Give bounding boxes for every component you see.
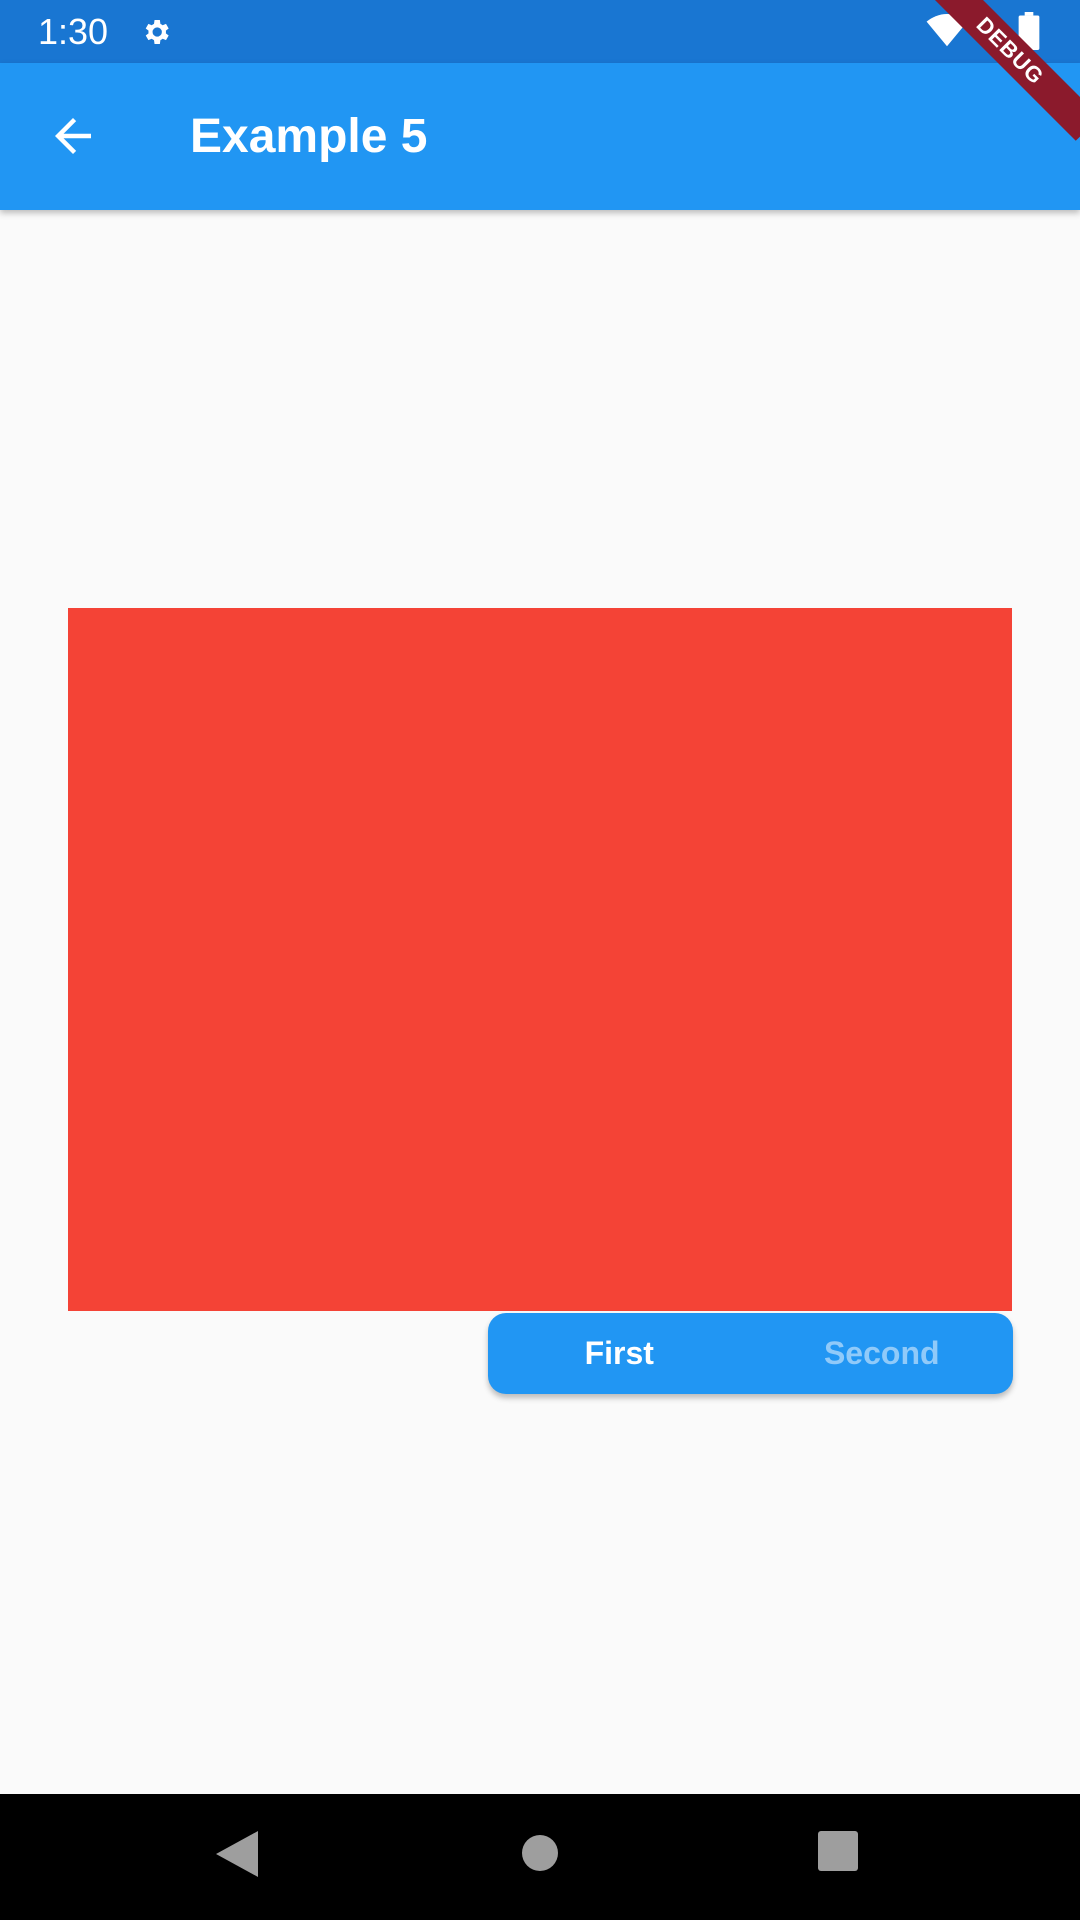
app-bar: Example 5 xyxy=(0,63,1080,210)
segmented-control: First Second xyxy=(488,1313,1013,1394)
battery-icon xyxy=(1018,12,1040,50)
segment-second[interactable]: Second xyxy=(751,1313,1014,1394)
red-container xyxy=(68,608,1012,1311)
status-bar: 1:30 xyxy=(0,0,1080,63)
page-title: Example 5 xyxy=(190,110,428,163)
recents-square-icon[interactable] xyxy=(818,1831,858,1871)
wifi-icon xyxy=(926,14,968,47)
home-circle-icon[interactable] xyxy=(518,1831,562,1875)
arrow-back-icon[interactable] xyxy=(46,109,100,163)
back-triangle-icon[interactable] xyxy=(216,1831,258,1877)
status-time: 1:30 xyxy=(38,11,109,52)
segment-first[interactable]: First xyxy=(488,1313,751,1394)
navigation-bar xyxy=(0,1794,1080,1920)
gear-icon xyxy=(145,20,169,44)
